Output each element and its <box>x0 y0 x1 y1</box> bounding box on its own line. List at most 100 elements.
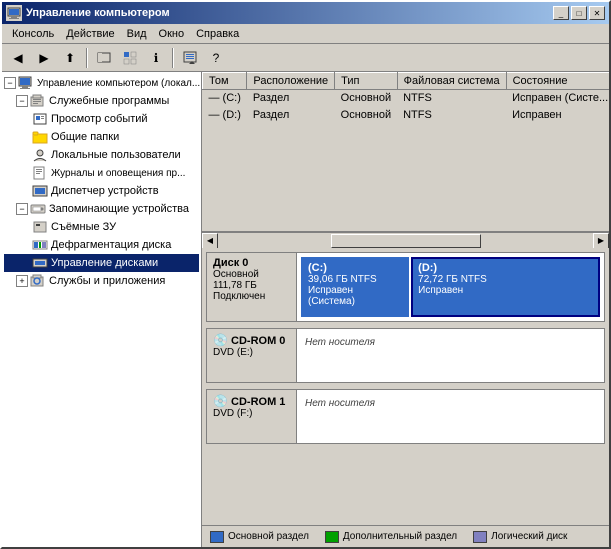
apps-icon <box>30 273 46 289</box>
cell-tip: Основной <box>335 107 397 124</box>
expand-root[interactable]: − <box>4 77 16 89</box>
storage-icon <box>30 201 46 217</box>
cdrom1-partitions: Нет носителя <box>297 390 604 443</box>
sidebar-label-lokalnye: Локальные пользователи <box>51 149 181 161</box>
scroll-left-btn[interactable]: ◀ <box>202 233 218 249</box>
folders-icon <box>32 129 48 145</box>
legend-primary: Основной раздел <box>210 531 309 543</box>
toolbar-help[interactable]: ? <box>204 47 228 69</box>
cell-rasp: Раздел <box>247 90 335 107</box>
toolbar-info[interactable]: ℹ <box>144 47 168 69</box>
col-rasp[interactable]: Расположение <box>247 73 335 90</box>
sidebar-item-sluzhby[interactable]: + Службы и приложения <box>4 272 199 290</box>
menu-deistvie[interactable]: Действие <box>60 26 120 42</box>
sidebar[interactable]: − Управление компьютером (локал... − Слу… <box>2 72 202 547</box>
col-status[interactable]: Состояние <box>506 73 609 90</box>
cdrom0-type: DVD (E:) <box>213 347 290 358</box>
cdrom0-info: 💿 CD-ROM 0 DVD (E:) <box>207 329 297 382</box>
toolbar-show-hide[interactable] <box>92 47 116 69</box>
partition-d-label: (D:) <box>418 262 593 274</box>
legend-additional-box <box>325 531 339 543</box>
menu-konsol[interactable]: Консоль <box>6 26 60 42</box>
cell-tip: Основной <box>335 90 397 107</box>
col-fs[interactable]: Файловая система <box>397 73 506 90</box>
cdrom0-no-media: Нет носителя <box>301 333 379 378</box>
disk0-type: Основной <box>213 269 290 280</box>
sidebar-item-defrag[interactable]: Дефрагментация диска <box>4 236 199 254</box>
window-icon <box>6 5 22 21</box>
legend-primary-box <box>210 531 224 543</box>
cdrom0-icon: 💿 <box>213 333 228 347</box>
close-button[interactable]: ✕ <box>589 6 605 20</box>
sidebar-item-dispatcher[interactable]: Диспетчер устройств <box>4 182 199 200</box>
sidebar-label-dispatcher: Диспетчер устройств <box>51 185 159 197</box>
legend: Основной раздел Дополнительный раздел Ло… <box>202 525 609 547</box>
toolbar-sep2 <box>172 48 174 68</box>
scroll-right-btn[interactable]: ▶ <box>593 233 609 249</box>
legend-additional-label: Дополнительный раздел <box>343 531 457 542</box>
disk0-partitions: (C:) 39,06 ГБ NTFS Исправен (Система) (D… <box>297 253 604 321</box>
sidebar-label-sluzhby: Службы и приложения <box>49 275 165 287</box>
toolbar-back[interactable]: ◀ <box>6 47 30 69</box>
cell-tom: — (D:) <box>203 107 247 124</box>
sidebar-item-lokalnye[interactable]: Локальные пользователи <box>4 146 199 164</box>
col-tom[interactable]: Том <box>203 73 247 90</box>
legend-primary-label: Основной раздел <box>228 531 309 542</box>
defrag-icon <box>32 237 48 253</box>
maximize-button[interactable]: □ <box>571 6 587 20</box>
col-tip[interactable]: Тип <box>335 73 397 90</box>
cdrom0-name: 💿 CD-ROM 0 <box>213 333 290 347</box>
sidebar-item-prosmotr[interactable]: Просмотр событий <box>4 110 199 128</box>
cdrom1-icon: 💿 <box>213 394 228 408</box>
toolbar: ◀ ▶ ⬆ ℹ ? <box>2 44 609 72</box>
menu-vid[interactable]: Вид <box>121 26 153 42</box>
removable-icon <box>32 219 48 235</box>
sidebar-item-obshie[interactable]: Общие папки <box>4 128 199 146</box>
partition-c-label: (C:) <box>308 262 402 274</box>
sidebar-item-slujebnye[interactable]: − Служебные программы <box>4 92 199 110</box>
expand-sluzhby[interactable]: + <box>16 275 28 287</box>
minimize-button[interactable]: _ <box>553 6 569 20</box>
cdrom0-name-label: CD-ROM 0 <box>231 335 285 347</box>
cdrom1-no-media: Нет носителя <box>301 394 379 439</box>
h-scrollbar[interactable]: ◀ ▶ <box>202 232 609 248</box>
partition-c-status: Исправен (Система) <box>308 285 402 307</box>
sidebar-item-jurnaly[interactable]: Журналы и оповещения пр... <box>4 164 199 182</box>
toolbar-up[interactable]: ⬆ <box>58 47 82 69</box>
table-area: Том Расположение Тип Файловая система Со… <box>202 72 609 232</box>
window-title: Управление компьютером <box>26 7 170 19</box>
sidebar-label-obshie: Общие папки <box>51 131 119 143</box>
sidebar-label-upravlenie-diskami: Управление дисками <box>51 257 158 269</box>
table-row[interactable]: — (C:) Раздел Основной NTFS Исправен (Си… <box>203 90 610 107</box>
partition-d-size: 72,72 ГБ NTFS <box>418 274 593 285</box>
expand-slujebnye[interactable]: − <box>16 95 28 107</box>
cell-fs: NTFS <box>397 107 506 124</box>
services-icon <box>30 93 46 109</box>
table-row[interactable]: — (D:) Раздел Основной NTFS Исправен <box>203 107 610 124</box>
scrollbar-track[interactable] <box>218 233 593 249</box>
menu-spravka[interactable]: Справка <box>190 26 245 42</box>
partition-c[interactable]: (C:) 39,06 ГБ NTFS Исправен (Система) <box>301 257 409 317</box>
disk0-name: Диск 0 <box>213 257 290 269</box>
toolbar-list[interactable] <box>118 47 142 69</box>
toolbar-forward[interactable]: ▶ <box>32 47 56 69</box>
users-icon <box>32 147 48 163</box>
toolbar-sep1 <box>86 48 88 68</box>
menu-okno[interactable]: Окно <box>153 26 191 42</box>
sidebar-item-upravlenie-diskami[interactable]: Управление дисками <box>4 254 199 272</box>
sidebar-label-prosmotr: Просмотр событий <box>51 113 148 125</box>
partition-d[interactable]: (D:) 72,72 ГБ NTFS Исправен <box>411 257 600 317</box>
title-bar: Управление компьютером _ □ ✕ <box>2 2 609 24</box>
toolbar-export[interactable] <box>178 47 202 69</box>
diskmgmt-icon <box>32 255 48 271</box>
cdrom1-name: 💿 CD-ROM 1 <box>213 394 290 408</box>
expand-zapominayuschie[interactable]: − <box>16 203 28 215</box>
sidebar-item-root[interactable]: − Управление компьютером (локал... <box>4 74 199 92</box>
cdrom1-info: 💿 CD-ROM 1 DVD (F:) <box>207 390 297 443</box>
sidebar-label-zapominayuschie: Запоминающие устройства <box>49 203 189 215</box>
scrollbar-thumb[interactable] <box>331 234 481 248</box>
sidebar-item-zapominayuschie[interactable]: − Запоминающие устройства <box>4 200 199 218</box>
cell-rasp: Раздел <box>247 107 335 124</box>
computer-icon <box>18 75 34 91</box>
sidebar-item-semnye[interactable]: Съёмные ЗУ <box>4 218 199 236</box>
